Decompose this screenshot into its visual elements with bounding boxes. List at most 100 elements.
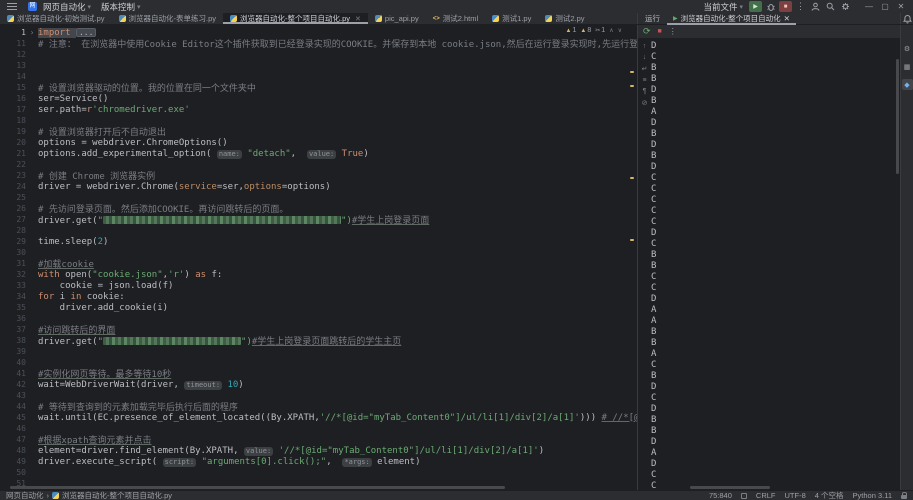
editor-tab[interactable]: <> 测试2.html (426, 13, 485, 24)
python-interpreter[interactable]: Python 3.11 (853, 491, 892, 500)
rerun-button[interactable]: ⟳ (643, 26, 651, 37)
editor-horizontal-scrollbar[interactable] (10, 486, 505, 489)
notifications-bell-icon[interactable] (902, 14, 912, 24)
line-number[interactable]: 28 (0, 226, 26, 235)
console-action-icon[interactable]: ≡ (642, 77, 646, 84)
cursor-position[interactable]: 75:840 (709, 491, 732, 500)
console-vertical-scrollbar[interactable] (896, 59, 899, 174)
line-number[interactable]: 50 (0, 468, 26, 477)
line-number[interactable]: 16 (0, 94, 26, 103)
close-icon[interactable]: ✕ (355, 15, 361, 23)
debug-button[interactable] (764, 1, 777, 12)
vcs-widget[interactable]: 版本控制 ▾ (96, 0, 146, 13)
file-encoding[interactable]: UTF-8 (785, 491, 806, 500)
settings-button[interactable] (839, 1, 852, 12)
stop-process-button[interactable]: ■ (658, 28, 662, 35)
line-number[interactable]: 44 (0, 402, 26, 411)
inspection-count[interactable]: ▲ 1 (566, 27, 577, 34)
search-everywhere-button[interactable] (824, 1, 837, 12)
line-number[interactable]: 1 (0, 28, 26, 37)
breadcrumb[interactable]: 网页自动化 › 浏览器自动化-整个项目自动化.py (6, 490, 172, 500)
console-action-icon[interactable]: ↵ (642, 65, 648, 73)
status-widget-icon[interactable] (740, 492, 747, 499)
line-number[interactable]: 34 (0, 292, 26, 301)
breadcrumb-file[interactable]: 浏览器自动化-整个项目自动化.py (62, 490, 172, 500)
editor-tab[interactable]: 浏览器自动化-表单练习.py (112, 13, 224, 24)
fold-arrow-icon[interactable]: › (26, 28, 38, 37)
line-number[interactable]: 25 (0, 193, 26, 202)
minimize-button[interactable]: — (861, 2, 877, 11)
line-number[interactable]: 12 (0, 50, 26, 59)
run-config-widget[interactable]: 当前文件 ▾ (698, 0, 748, 13)
console-action-icon[interactable]: ↑ (643, 43, 647, 50)
line-number[interactable]: 42 (0, 380, 26, 389)
line-number[interactable]: 15 (0, 83, 26, 92)
indent-style[interactable]: 4 个空格 (815, 490, 844, 500)
project-widget[interactable]: 网 网页自动化 ▾ (23, 0, 96, 13)
inspection-count[interactable]: ▲ 8 (580, 27, 591, 34)
line-number[interactable]: 29 (0, 237, 26, 246)
console-action-icon[interactable]: ¶ (643, 88, 647, 95)
line-number[interactable]: 45 (0, 413, 26, 422)
more-actions-button[interactable]: ⋮ (794, 1, 807, 12)
database-icon[interactable]: ▦ (902, 61, 913, 72)
line-number[interactable]: 38 (0, 336, 26, 345)
breadcrumb-project[interactable]: 网页自动化 (6, 490, 44, 500)
line-number[interactable]: 24 (0, 182, 26, 191)
lock-icon[interactable] (901, 491, 907, 499)
line-number[interactable]: 22 (0, 160, 26, 169)
run-button[interactable]: ▶ (749, 1, 762, 12)
close-button[interactable]: ✕ (893, 2, 909, 11)
line-number[interactable]: 35 (0, 303, 26, 312)
line-number[interactable]: 31 (0, 259, 26, 268)
main-menu-icon[interactable] (7, 3, 17, 10)
line-number[interactable]: 20 (0, 138, 26, 147)
line-number[interactable]: 23 (0, 171, 26, 180)
close-icon[interactable]: ✕ (784, 14, 790, 23)
console-action-icon[interactable]: ⊘ (642, 99, 648, 107)
line-number[interactable]: 27 (0, 215, 26, 224)
line-number[interactable]: 49 (0, 457, 26, 466)
inspections-widget[interactable]: ▲ 1 ▲ 8 ✂ 1 ∧ ∨ (562, 27, 625, 34)
line-number[interactable]: 41 (0, 369, 26, 378)
run-tab[interactable]: ▶ 浏览器自动化-整个项目自动化 ✕ (667, 13, 796, 25)
console-output[interactable]: DCBBDBADBDBDCCCCCDCBBCCDAABBACBDCDBBDADC… (651, 39, 900, 490)
line-number[interactable]: 46 (0, 424, 26, 433)
line-number[interactable]: 37 (0, 325, 26, 334)
maximize-button[interactable]: ▢ (877, 2, 893, 11)
line-number[interactable]: 43 (0, 391, 26, 400)
line-number[interactable]: 21 (0, 149, 26, 158)
line-number[interactable]: 11 (0, 39, 26, 48)
editor-tab[interactable]: pic_api.py (368, 13, 426, 24)
inspection-count[interactable]: ✂ 1 (595, 27, 605, 34)
error-stripe[interactable] (627, 25, 637, 490)
console-horizontal-scrollbar[interactable] (690, 486, 770, 489)
console-action-icon[interactable]: ↓ (643, 54, 647, 61)
line-number[interactable]: 13 (0, 61, 26, 70)
line-number[interactable]: 39 (0, 347, 26, 356)
editor-tab[interactable]: 测试1.py (485, 13, 538, 24)
line-number[interactable]: 19 (0, 127, 26, 136)
editor-tab[interactable]: 浏览器自动化-初始测试.py (0, 13, 112, 24)
gradle-icon[interactable]: ⚙ (902, 43, 913, 54)
line-number[interactable]: 14 (0, 72, 26, 81)
line-number[interactable]: 18 (0, 116, 26, 125)
line-number[interactable]: 30 (0, 248, 26, 257)
line-number[interactable]: 26 (0, 204, 26, 213)
line-number[interactable]: 33 (0, 281, 26, 290)
line-number[interactable]: 40 (0, 358, 26, 367)
code-editor[interactable]: 1 › import ... 11 # 注意： 在浏览器中使用Cookie Editor… (0, 25, 637, 490)
line-number[interactable]: 32 (0, 270, 26, 279)
warning-mark[interactable] (630, 85, 634, 87)
warning-mark[interactable] (630, 177, 634, 179)
ai-assistant-icon[interactable]: ◆ (901, 79, 913, 90)
stop-button[interactable]: ■ (779, 1, 792, 12)
warning-mark[interactable] (630, 239, 634, 241)
editor-tab[interactable]: 测试2.py (538, 13, 591, 24)
run-more-options-icon[interactable]: ⋮ (669, 27, 677, 36)
line-separator[interactable]: CRLF (756, 491, 776, 500)
navigate-problem-icon[interactable]: ∨ (618, 27, 622, 34)
warning-mark[interactable] (630, 71, 634, 73)
line-number[interactable]: 17 (0, 105, 26, 114)
code-with-me-button[interactable] (809, 1, 822, 12)
